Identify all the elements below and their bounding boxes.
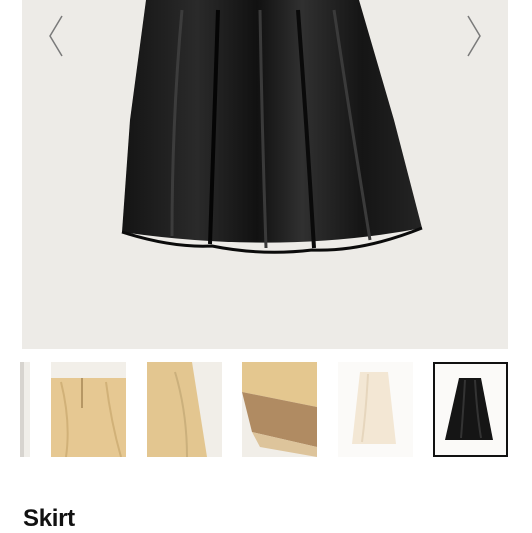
thumb-cream-skirt-full[interactable]	[338, 362, 413, 457]
thumb-beige-skirt-hem-lining[interactable]	[242, 362, 317, 457]
thumb-partial-edge[interactable]	[20, 362, 30, 457]
thumbnail-strip	[0, 362, 532, 460]
thumb-beige-skirt-side[interactable]	[147, 362, 222, 457]
chevron-right-icon	[467, 15, 481, 57]
thumb-black-skirt-full[interactable]	[433, 362, 508, 457]
product-title: Skirt	[23, 505, 75, 532]
previous-image-button[interactable]	[44, 12, 68, 60]
thumb-beige-skirt-back-zipper[interactable]	[51, 362, 126, 457]
product-image-gallery[interactable]	[22, 0, 508, 349]
chevron-left-icon	[49, 15, 63, 57]
next-image-button[interactable]	[462, 12, 486, 60]
main-product-image	[22, 0, 508, 349]
